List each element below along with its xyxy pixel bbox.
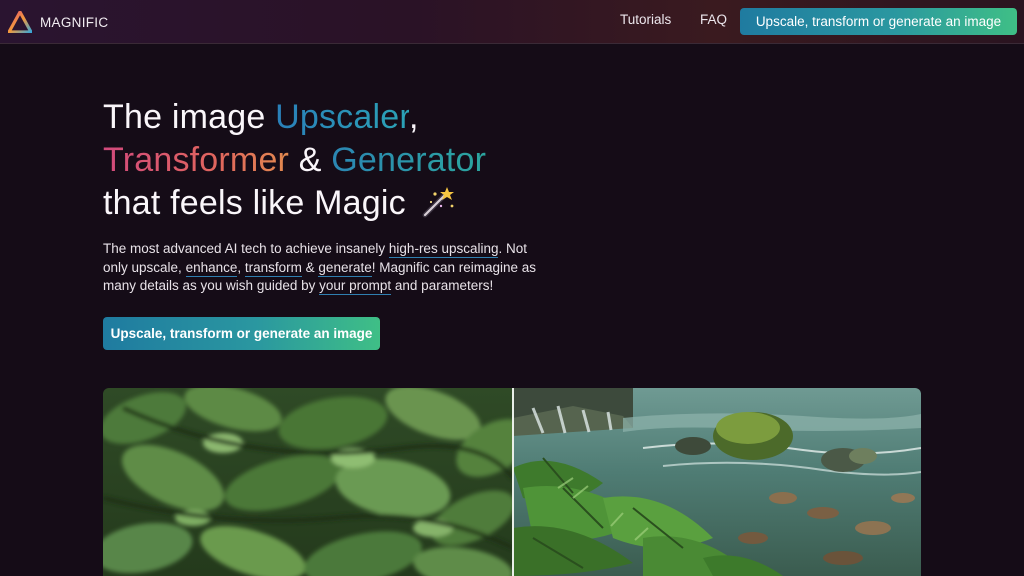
title-ampersand: & bbox=[289, 141, 332, 179]
title-intro: The image bbox=[103, 98, 276, 136]
hero-description: The most advanced AI tech to achieve ins… bbox=[103, 240, 543, 296]
enhance-link[interactable]: enhance bbox=[185, 259, 238, 277]
brand-name: MAGNIFIC bbox=[40, 14, 109, 30]
magnific-logo-icon bbox=[8, 11, 32, 33]
hero-cta-button[interactable]: Upscale, transform or generate an image bbox=[103, 317, 380, 350]
highres-upscaling-link[interactable]: high-res upscaling bbox=[388, 241, 499, 258]
desc-text-6: and parameters! bbox=[391, 278, 494, 293]
transform-link[interactable]: transform bbox=[244, 259, 302, 277]
desc-text-1: The most advanced AI tech to achieve ins… bbox=[103, 241, 389, 256]
title-upscaler: Upscaler bbox=[275, 98, 409, 136]
title-transformer: Transformer bbox=[103, 141, 290, 179]
nav-tutorials-link[interactable]: Tutorials bbox=[620, 12, 671, 27]
top-navbar: MAGNIFIC Tutorials FAQ Upscale, transfor… bbox=[0, 0, 1024, 44]
desc-text-4: & bbox=[301, 259, 319, 275]
your-prompt-link[interactable]: your prompt bbox=[319, 278, 392, 295]
desc-text-3: , bbox=[237, 259, 245, 275]
before-after-comparison[interactable] bbox=[103, 388, 921, 576]
magic-wand-icon bbox=[422, 187, 455, 218]
after-image bbox=[513, 388, 921, 576]
before-image bbox=[103, 388, 530, 576]
brand-logo[interactable]: MAGNIFIC bbox=[8, 10, 108, 34]
title-magic: that feels like Magic bbox=[103, 184, 406, 222]
comparison-slider-handle[interactable] bbox=[512, 388, 514, 576]
generate-link[interactable]: generate bbox=[318, 259, 372, 277]
title-generator: Generator bbox=[331, 141, 487, 179]
header-cta-button[interactable]: Upscale, transform or generate an image bbox=[740, 8, 1017, 35]
hero-title: The image Upscaler, Transformer & Genera… bbox=[103, 96, 623, 225]
title-comma: , bbox=[408, 98, 419, 136]
nav-faq-link[interactable]: FAQ bbox=[700, 12, 727, 27]
